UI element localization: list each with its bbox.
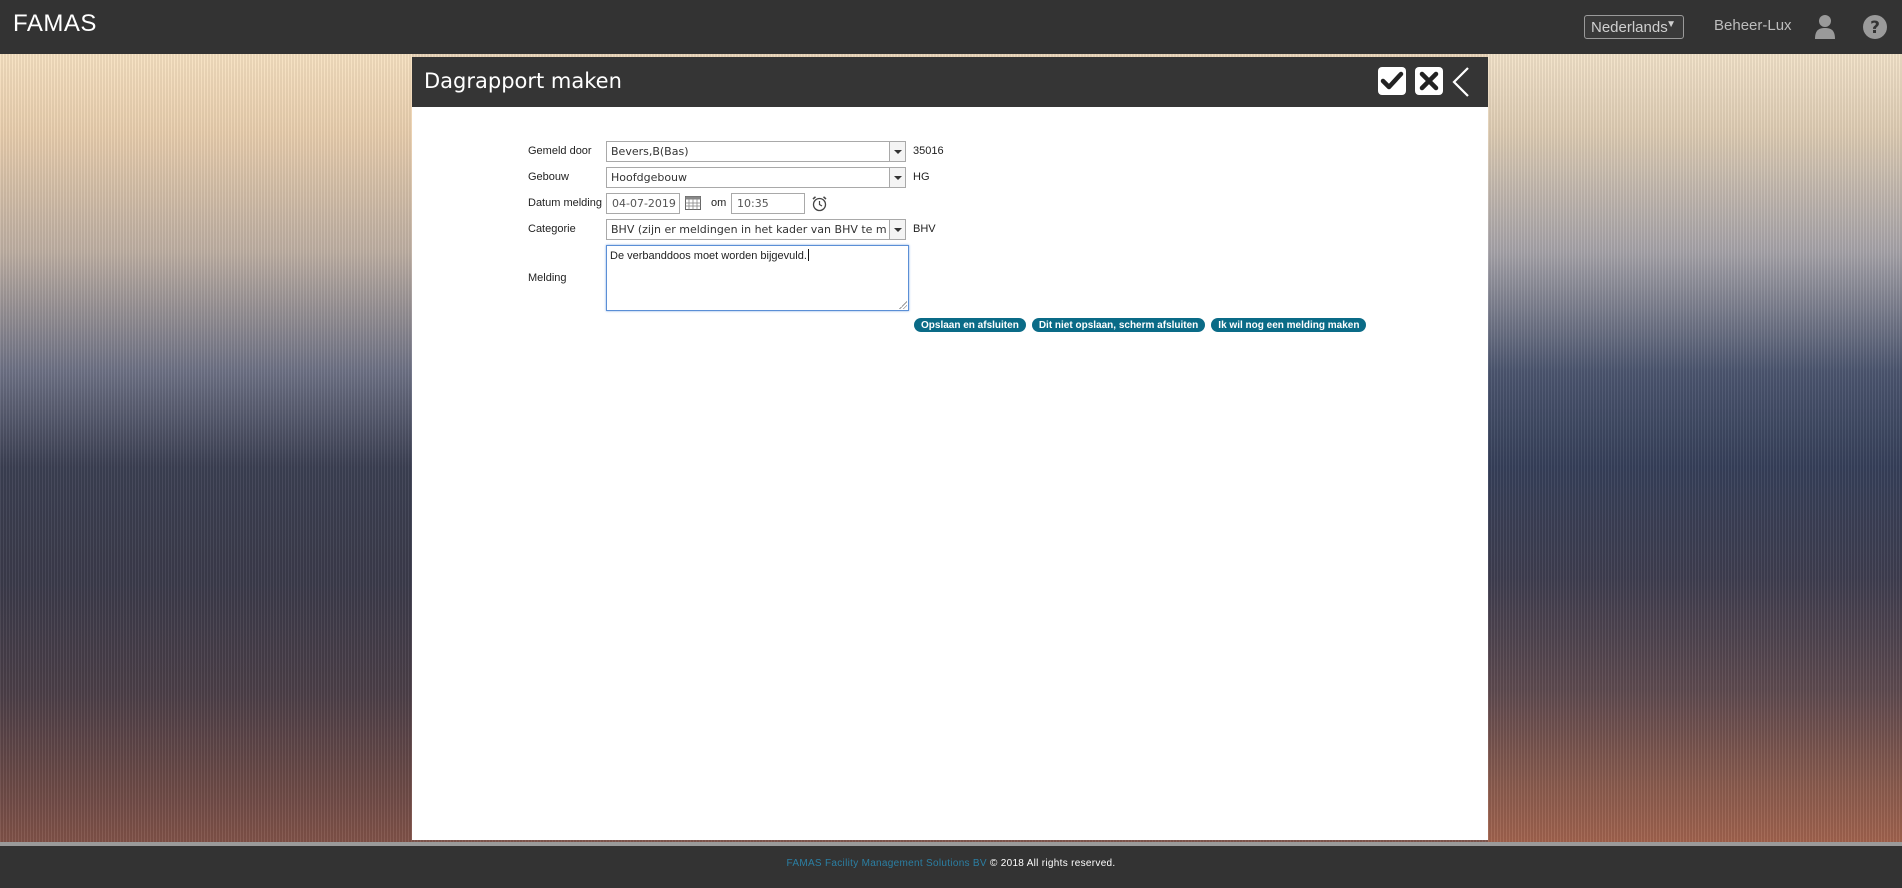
save-close-button[interactable]: Opslaan en afsluiten — [914, 318, 1026, 332]
melding-text: De verbanddoos moet worden bijgevuld. — [610, 250, 807, 262]
date-input[interactable]: 04-07-2019 — [606, 193, 680, 214]
categorie-code: BHV — [913, 223, 936, 235]
categorie-value: BHV (zijn er meldingen in het kader van … — [611, 223, 886, 236]
new-report-button[interactable]: Ik wil nog een melding maken — [1211, 318, 1367, 332]
categorie-select[interactable]: BHV (zijn er meldingen in het kader van … — [606, 219, 906, 240]
label-melding: Melding — [528, 272, 567, 284]
row-gemeld-door: Gemeld door Bevers,B(Bas) 35016 — [528, 141, 968, 163]
gebouw-code: HG — [913, 171, 930, 183]
alarm-clock-icon[interactable] — [811, 195, 828, 212]
close-icon — [1419, 71, 1439, 91]
cancel-button[interactable] — [1415, 67, 1443, 95]
chevron-down-icon[interactable] — [889, 168, 905, 187]
language-select-value: Nederlands — [1591, 19, 1668, 36]
gemeld-door-value: Bevers,B(Bas) — [611, 145, 689, 158]
gebouw-value: Hoofdgebouw — [611, 171, 688, 184]
resize-handle-icon[interactable] — [899, 301, 907, 309]
text-caret — [807, 249, 809, 261]
chevron-down-icon: ▼ — [1666, 19, 1676, 30]
top-navigation-bar: FAMAS Nederlands ▼ Beheer-Lux ? — [0, 0, 1902, 54]
row-melding: Melding De verbanddoos moet worden bijge… — [528, 245, 968, 313]
label-datum-melding: Datum melding — [528, 197, 602, 209]
dagrapport-panel: Dagrapport maken Gemeld door Bevers,B(Ba… — [412, 57, 1488, 840]
help-icon[interactable]: ? — [1862, 14, 1888, 40]
gemeld-door-code: 35016 — [913, 145, 944, 157]
background-right — [1488, 54, 1902, 848]
background-left — [0, 54, 412, 848]
row-gebouw: Gebouw Hoofdgebouw HG — [528, 167, 968, 189]
time-input[interactable]: 10:35 — [731, 193, 805, 214]
back-arrow-icon[interactable] — [1448, 65, 1472, 99]
checkmark-icon — [1380, 71, 1404, 90]
language-select[interactable]: Nederlands ▼ — [1584, 15, 1684, 39]
gemeld-door-select[interactable]: Bevers,B(Bas) — [606, 141, 906, 162]
gebouw-select[interactable]: Hoofdgebouw — [606, 167, 906, 188]
user-name[interactable]: Beheer-Lux — [1714, 17, 1792, 34]
chevron-down-icon[interactable] — [889, 220, 905, 239]
label-om: om — [711, 197, 727, 209]
row-datum-melding: Datum melding 04-07-2019 om 10:35 — [528, 193, 968, 215]
chevron-down-icon[interactable] — [889, 142, 905, 161]
footer-rights: © 2018 All rights reserved. — [989, 858, 1116, 869]
user-icon[interactable] — [1814, 14, 1836, 40]
discard-close-button[interactable]: Dit niet opslaan, scherm afsluiten — [1031, 318, 1206, 332]
melding-textarea[interactable]: De verbanddoos moet worden bijgevuld. — [606, 245, 909, 311]
footer-company-link[interactable]: FAMAS Facility Management Solutions BV — [787, 858, 987, 869]
confirm-button[interactable] — [1378, 67, 1406, 95]
label-gemeld-door: Gemeld door — [528, 145, 592, 157]
panel-header: Dagrapport maken — [412, 57, 1488, 107]
action-buttons: Opslaan en afsluiten Dit niet opslaan, s… — [914, 318, 1367, 332]
label-categorie: Categorie — [528, 223, 576, 235]
page-title: Dagrapport maken — [424, 69, 622, 93]
svg-text:?: ? — [1870, 18, 1880, 38]
calendar-icon[interactable] — [685, 196, 701, 210]
footer: FAMAS Facility Management Solutions BV ©… — [0, 846, 1902, 888]
brand-logo[interactable]: FAMAS — [13, 10, 97, 38]
row-categorie: Categorie BHV (zijn er meldingen in het … — [528, 219, 968, 241]
label-gebouw: Gebouw — [528, 171, 569, 183]
